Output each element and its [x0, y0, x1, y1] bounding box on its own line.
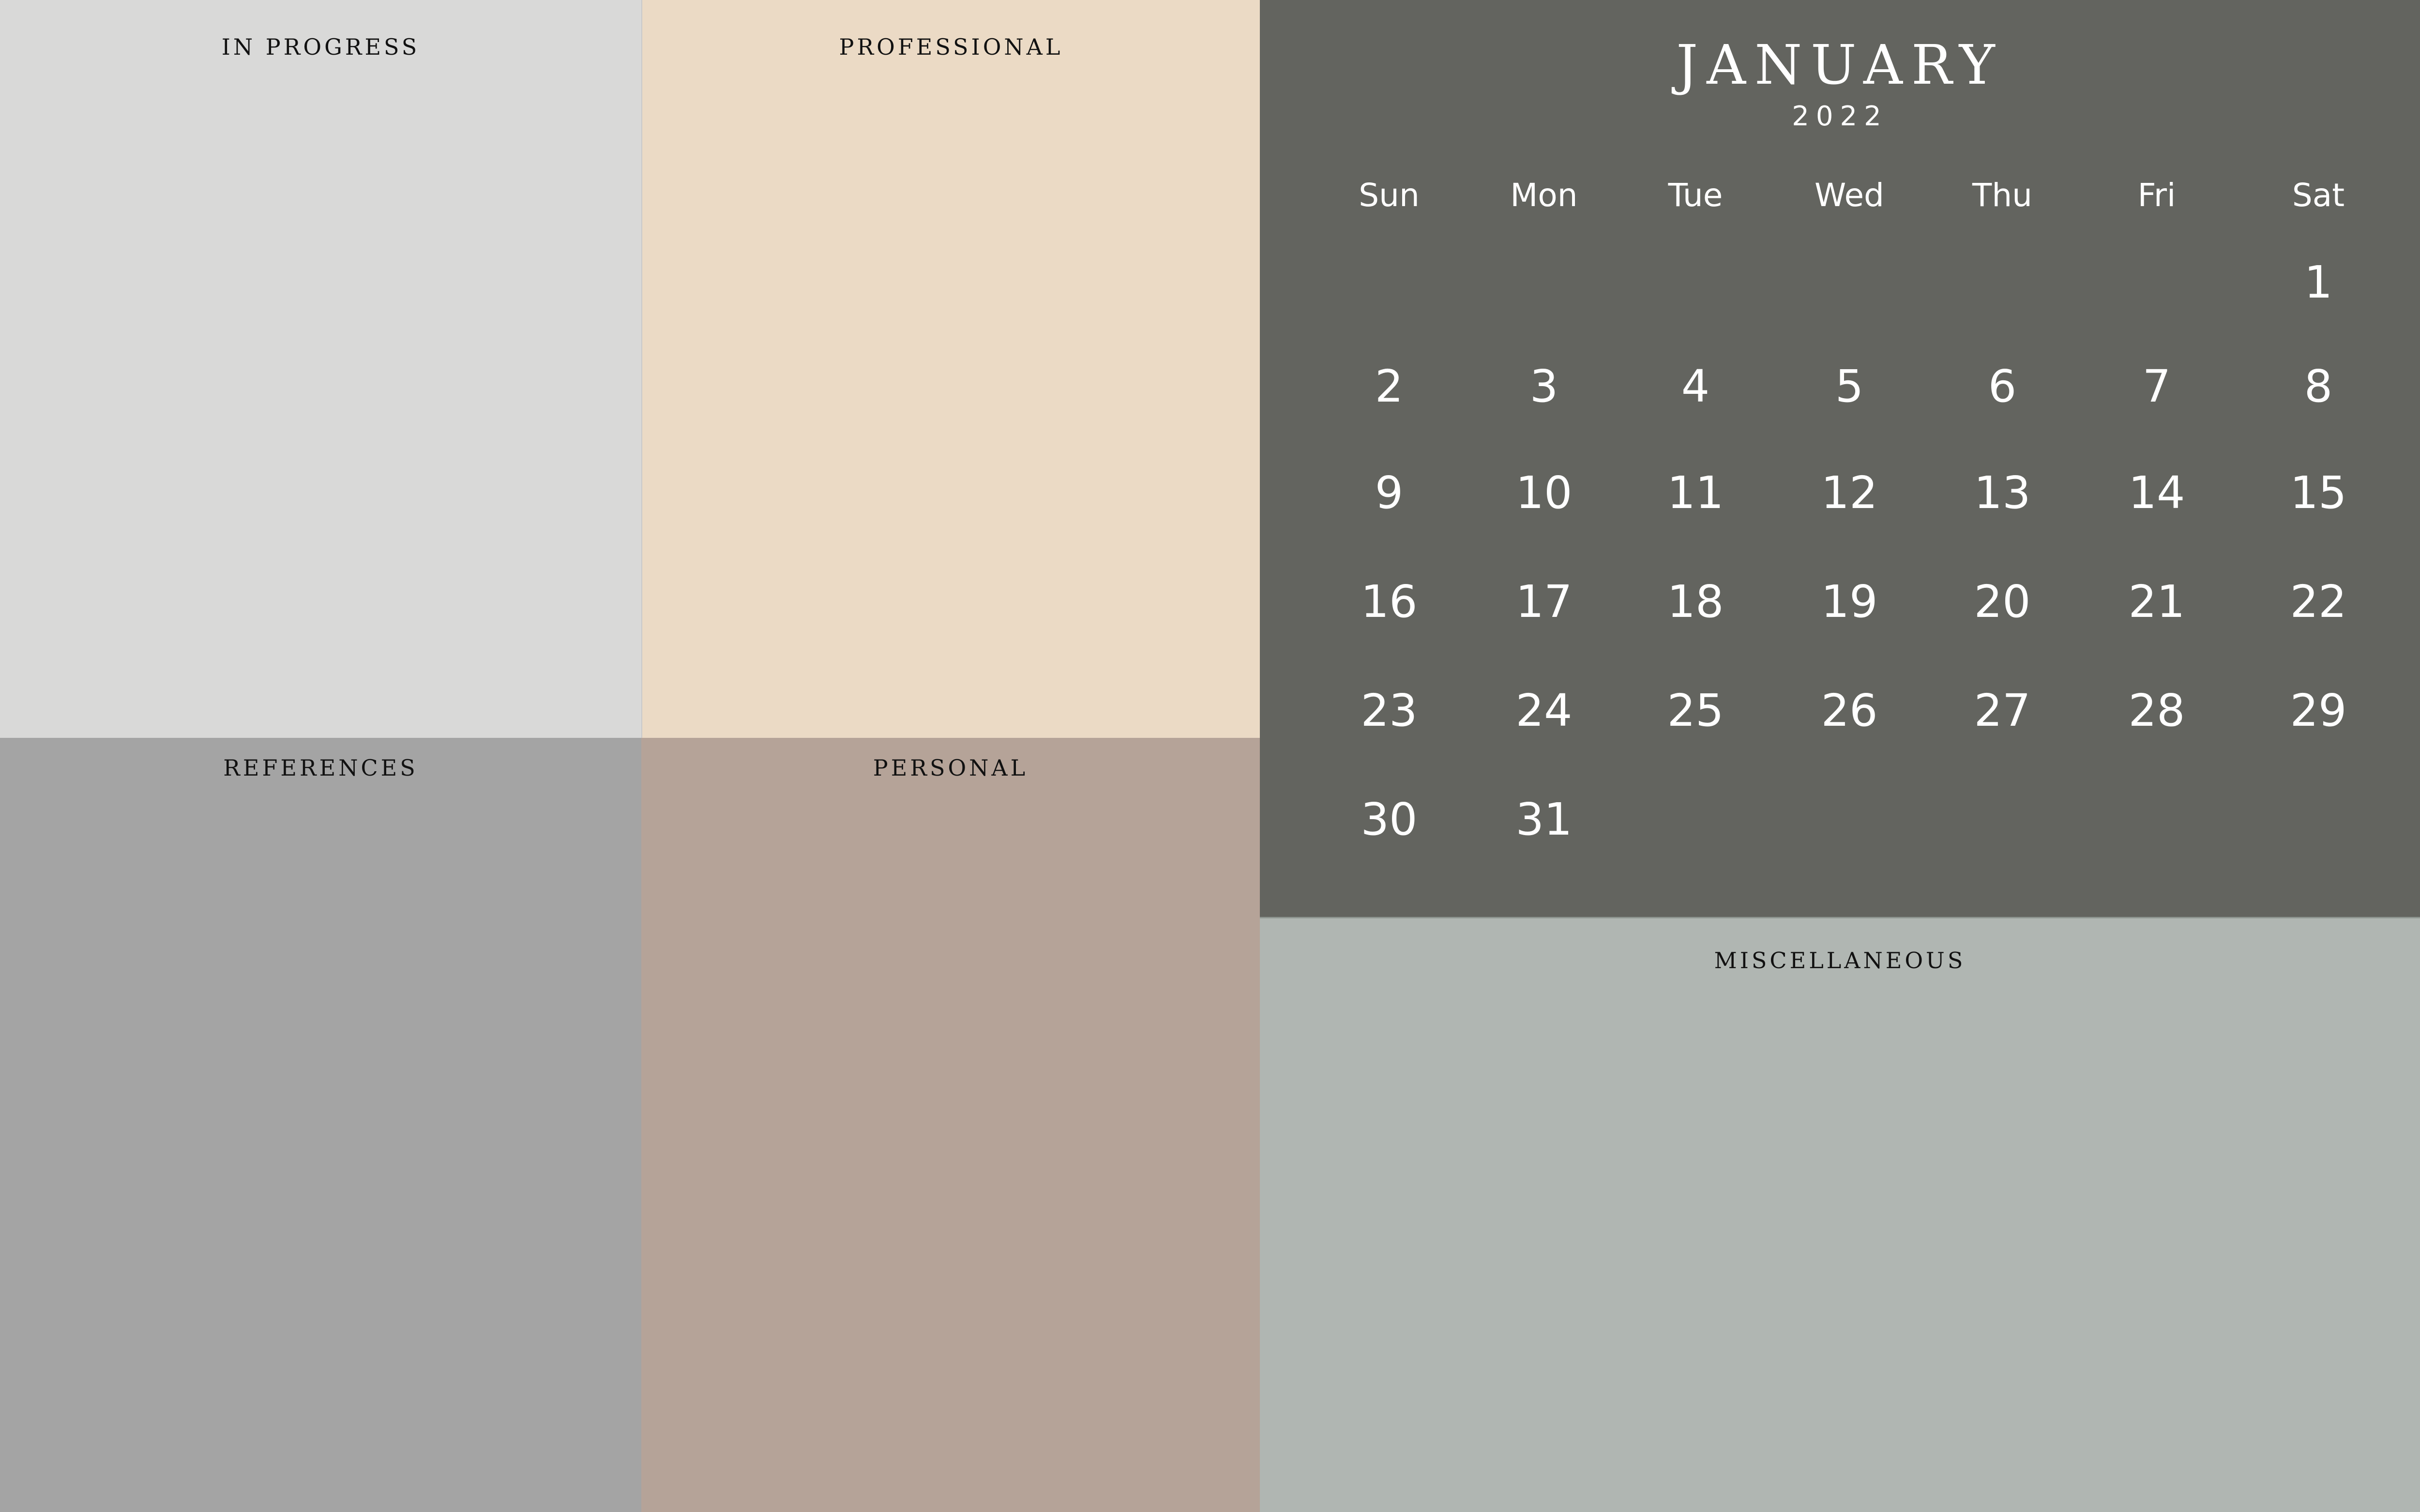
calendar-day[interactable]: 2 — [1316, 360, 1462, 412]
calendar-day[interactable]: 10 — [1471, 467, 1617, 519]
calendar-day[interactable]: 12 — [1777, 467, 1922, 519]
calendar-day[interactable]: 23 — [1316, 685, 1462, 736]
calendar-day[interactable]: 3 — [1471, 360, 1617, 412]
calendar-day[interactable]: 28 — [2084, 685, 2229, 736]
calendar-panel: JANUARY 2022 Sun Mon Tue Wed Thu Fri Sat 1 2 3 4 5 6… — [1260, 0, 2420, 917]
calendar-day[interactable]: 27 — [1930, 685, 2075, 736]
calendar-day[interactable]: 15 — [2246, 467, 2391, 519]
miscellaneous-panel: MISCELLANEOUS — [1260, 917, 2420, 1512]
calendar-day[interactable]: 7 — [2084, 360, 2229, 412]
references-panel: REFERENCES — [0, 738, 641, 1512]
calendar-day[interactable]: 9 — [1316, 467, 1462, 519]
weekday-tue: Tue — [1668, 177, 1723, 214]
calendar-day[interactable]: 5 — [1777, 360, 1922, 412]
calendar-day[interactable]: 19 — [1777, 576, 1922, 628]
calendar-day[interactable]: 24 — [1471, 685, 1617, 736]
personal-label: PERSONAL — [873, 755, 1028, 781]
weekday-wed: Wed — [1815, 177, 1884, 214]
weekday-thu: Thu — [1972, 177, 2032, 214]
calendar-day[interactable]: 6 — [1930, 360, 2075, 412]
calendar-day[interactable]: 17 — [1471, 576, 1617, 628]
calendar-day[interactable]: 20 — [1930, 576, 2075, 628]
weekday-mon: Mon — [1510, 177, 1578, 214]
calendar-day[interactable]: 21 — [2084, 576, 2229, 628]
personal-panel: PERSONAL — [641, 738, 1260, 1512]
calendar-day[interactable]: 18 — [1623, 576, 1768, 628]
weekday-fri: Fri — [2137, 177, 2176, 214]
calendar-day[interactable]: 1 — [2246, 256, 2391, 308]
calendar-day[interactable]: 22 — [2246, 576, 2391, 628]
calendar-day[interactable]: 4 — [1623, 360, 1768, 412]
calendar-day[interactable]: 8 — [2246, 360, 2391, 412]
weekday-sat: Sat — [2292, 177, 2345, 214]
in-progress-label: IN PROGRESS — [221, 34, 420, 60]
calendar-day[interactable]: 29 — [2246, 685, 2391, 736]
references-label: REFERENCES — [223, 755, 418, 781]
calendar-day[interactable]: 11 — [1623, 467, 1768, 519]
calendar-day[interactable]: 31 — [1471, 793, 1617, 845]
calendar-day[interactable]: 16 — [1316, 576, 1462, 628]
calendar-day[interactable]: 13 — [1930, 467, 2075, 519]
calendar-day[interactable]: 14 — [2084, 467, 2229, 519]
calendar-day[interactable]: 26 — [1777, 685, 1922, 736]
miscellaneous-label: MISCELLANEOUS — [1714, 947, 1966, 973]
weekday-sun: Sun — [1359, 177, 1420, 214]
calendar-month: JANUARY — [1676, 34, 2004, 97]
professional-panel: PROFESSIONAL — [641, 0, 1260, 738]
calendar-day[interactable]: 30 — [1316, 793, 1462, 845]
professional-label: PROFESSIONAL — [839, 34, 1063, 60]
in-progress-panel: IN PROGRESS — [0, 0, 641, 738]
calendar-year: 2022 — [1792, 101, 1888, 132]
calendar-day[interactable]: 25 — [1623, 685, 1768, 736]
